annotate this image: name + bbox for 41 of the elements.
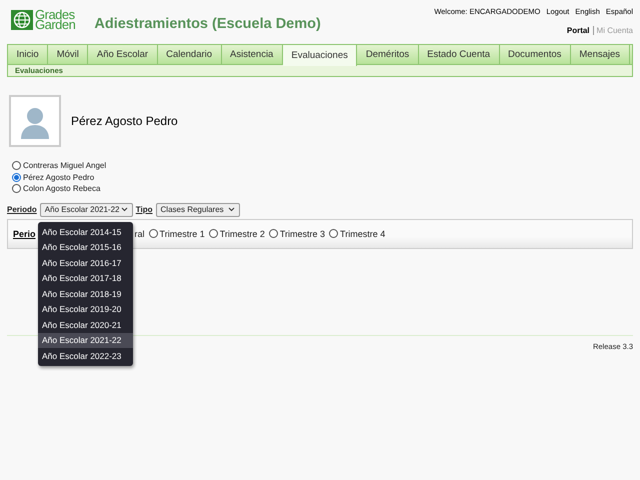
caret-icon [228, 207, 235, 212]
radio-button[interactable] [12, 184, 21, 194]
student-radio[interactable]: Colon Agosto Rebeca [12, 183, 633, 194]
dropdown-option[interactable]: Año Escolar 2020-21 [38, 317, 133, 332]
radio-button[interactable] [12, 172, 21, 182]
globe-logo-icon [11, 10, 33, 30]
page-title: Adiestramientos (Escuela Demo) [94, 16, 321, 32]
dropdown-option[interactable]: Año Escolar 2019-20 [38, 302, 133, 317]
radio-button[interactable] [208, 229, 218, 238]
logo-text: Garden [35, 20, 76, 30]
radio-button[interactable] [12, 161, 21, 170]
radio-label: Trimestre 1 [160, 228, 205, 238]
student-name: Pérez Agosto Pedro [71, 114, 178, 128]
dropdown-option[interactable]: Año Escolar 2022-23 [38, 348, 133, 364]
caret-icon [120, 207, 128, 212]
type-label[interactable]: Tipo [136, 205, 153, 214]
radio-label: Contreras Miguel Angel [23, 161, 106, 170]
nav-tab[interactable]: Evaluaciones [282, 45, 358, 66]
student-radio[interactable]: Contreras Miguel Angel [12, 160, 633, 172]
radio-label: Pérez Agosto Pedro [23, 172, 94, 182]
radio-label: Trimestre 3 [280, 228, 326, 238]
dropdown-option[interactable]: Año Escolar 2016-17 [38, 255, 133, 270]
dropdown-option[interactable]: Año Escolar 2015-16 [38, 240, 133, 255]
period-select[interactable]: Año Escolar 2021-22 [40, 202, 133, 216]
logo-text: Grades [35, 10, 76, 20]
radio-label: ral [134, 228, 145, 238]
type-select[interactable]: Clases Regulares [156, 202, 240, 216]
dropdown-option[interactable]: Año Escolar 2018-19 [38, 286, 133, 302]
dropdown-option[interactable]: Año Escolar 2021-22 [38, 332, 133, 348]
radio-label: Trimestre 2 [220, 228, 265, 238]
period-label[interactable]: Periodo [7, 205, 37, 214]
panel-label[interactable]: Perio [13, 228, 36, 238]
dropdown-option[interactable]: Año Escolar 2014-15 [38, 224, 133, 240]
portal-link[interactable]: Portal [566, 26, 590, 35]
radio-label: Trimestre 4 [340, 228, 386, 238]
radio-button[interactable] [148, 229, 158, 238]
student-radio[interactable]: Pérez Agosto Pedro [12, 172, 633, 183]
dropdown-option[interactable]: Año Escolar 2017-18 [38, 270, 133, 286]
radio-button[interactable] [329, 229, 338, 238]
radio-button[interactable] [268, 229, 278, 238]
radio-label: Colon Agosto Rebeca [23, 184, 100, 194]
